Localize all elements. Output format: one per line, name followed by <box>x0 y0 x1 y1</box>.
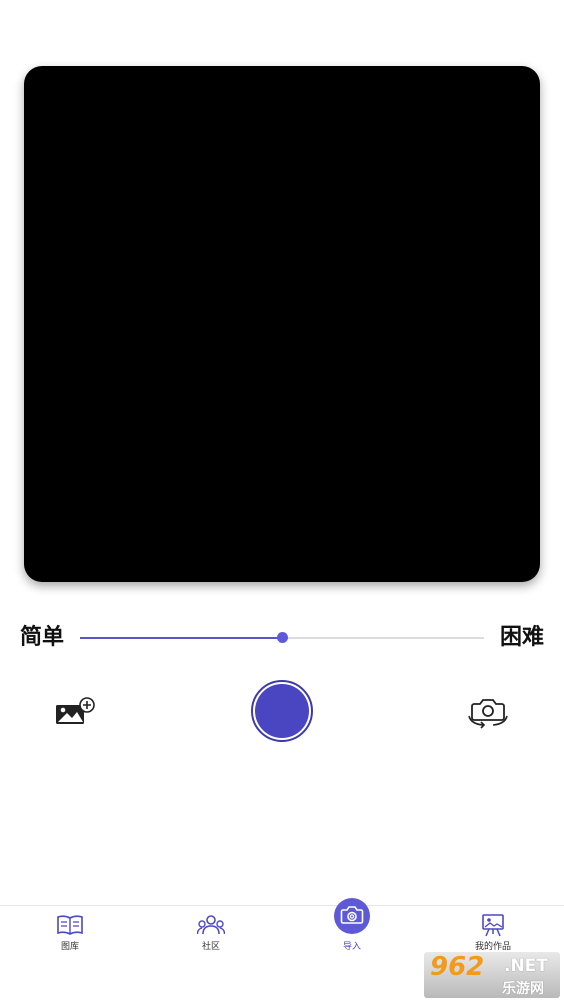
add-image-icon[interactable] <box>54 694 98 728</box>
tab-label: 导入 <box>342 942 361 952</box>
site-watermark: 962 .NET 乐游网 <box>424 952 560 998</box>
tab-gallery[interactable]: 图库 <box>20 906 120 966</box>
tab-label: 社区 <box>201 942 220 952</box>
camera-icon <box>334 898 370 934</box>
camera-preview[interactable] <box>24 66 540 582</box>
difficulty-easy-label: 简单 <box>20 625 65 650</box>
watermark-sub: 乐游网 <box>502 981 544 997</box>
tab-import[interactable]: 导入 <box>302 898 402 966</box>
slider-fill <box>80 637 282 639</box>
easel-icon <box>479 912 507 938</box>
tab-label: 我的作品 <box>474 942 511 952</box>
difficulty-slider[interactable] <box>80 628 484 648</box>
shutter-button[interactable] <box>251 680 313 742</box>
switch-camera-icon[interactable] <box>466 690 510 730</box>
watermark-brand: 962 <box>430 952 485 982</box>
people-icon <box>196 912 226 938</box>
open-book-icon <box>56 912 84 938</box>
difficulty-hard-label: 困难 <box>499 625 544 650</box>
slider-thumb[interactable] <box>277 632 288 643</box>
shutter-inner <box>255 684 309 738</box>
tab-community[interactable]: 社区 <box>161 906 261 966</box>
tab-label: 图库 <box>60 942 79 952</box>
watermark-domain: .NET <box>504 956 548 976</box>
